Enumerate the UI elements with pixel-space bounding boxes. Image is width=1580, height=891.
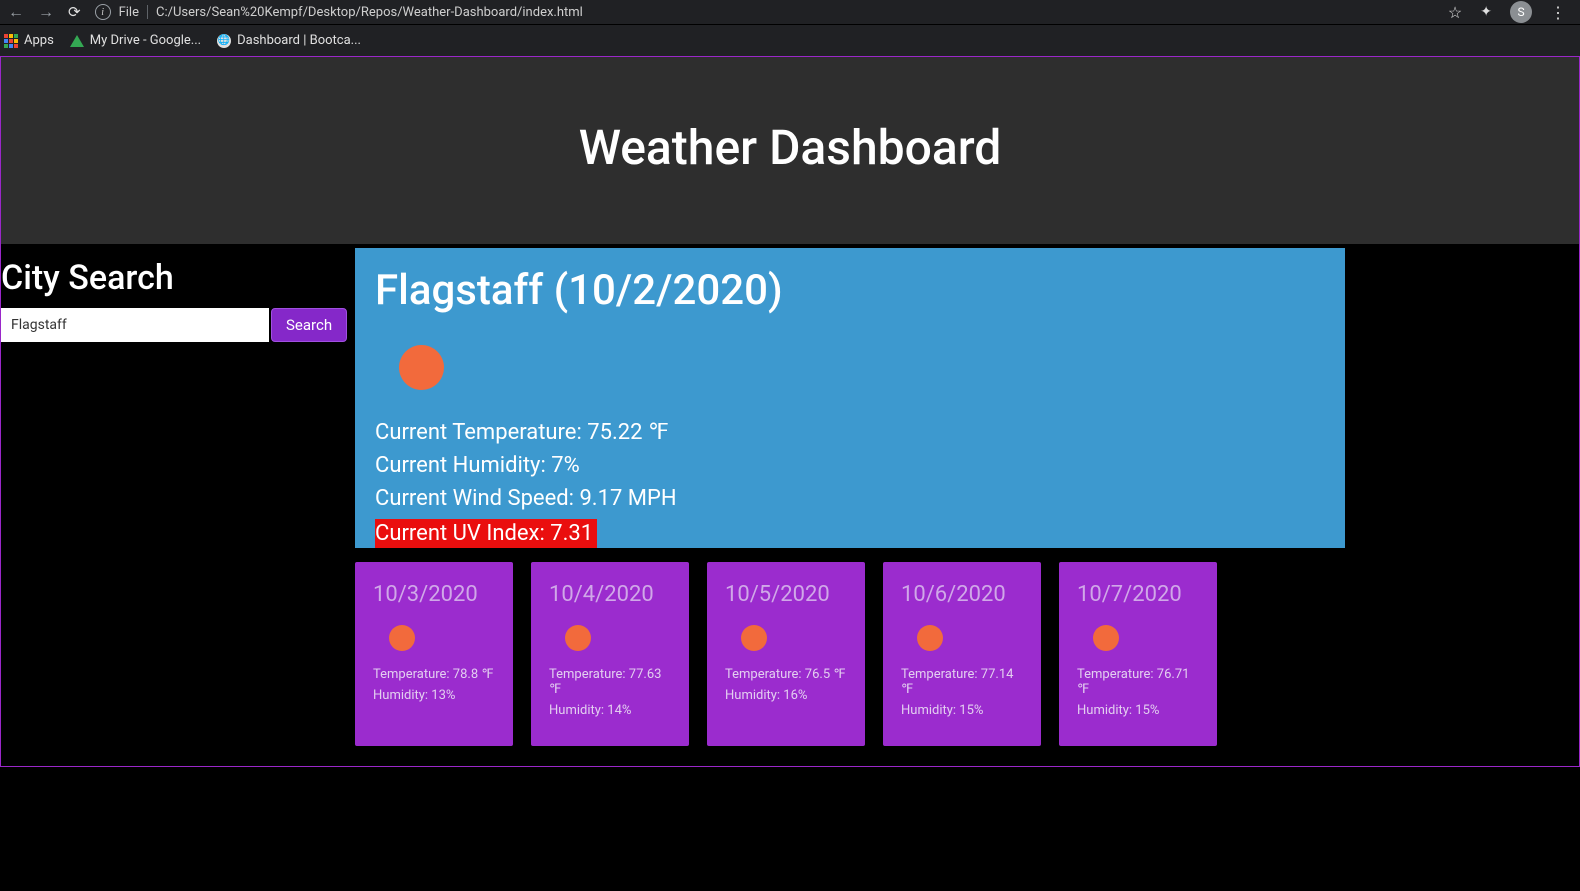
page-title: Weather Dashboard xyxy=(1,119,1579,176)
current-weather-card: Flagstaff (10/2/2020) Current Temperatur… xyxy=(355,248,1345,548)
forecast-temp: Temperature: 76.71 ℉ xyxy=(1077,667,1199,697)
forecast-humidity: Humidity: 13% xyxy=(373,688,495,703)
bookmark-label: Dashboard | Bootca... xyxy=(237,33,361,48)
bookmark-drive[interactable]: My Drive - Google... xyxy=(70,33,201,48)
browser-toolbar: ← → ⟳ i File C:/Users/Sean%20Kempf/Deskt… xyxy=(0,0,1580,24)
search-button[interactable]: Search xyxy=(271,308,347,342)
sun-icon xyxy=(565,625,591,651)
content: City Search Search Flagstaff (10/2/2020)… xyxy=(1,244,1579,766)
forecast-card: 10/7/2020 Temperature: 76.71 ℉ Humidity:… xyxy=(1059,562,1217,746)
forecast-humidity: Humidity: 15% xyxy=(901,703,1023,718)
bookmark-label: My Drive - Google... xyxy=(90,33,201,48)
forecast-card: 10/5/2020 Temperature: 76.5 ℉ Humidity: … xyxy=(707,562,865,746)
bookmark-apps[interactable]: Apps xyxy=(4,33,54,48)
current-uv-badge: Current UV Index: 7.31 xyxy=(375,519,597,548)
sun-icon xyxy=(741,625,767,651)
avatar[interactable]: S xyxy=(1510,1,1532,23)
current-wind: Current Wind Speed: 9.17 MPH xyxy=(375,486,1325,511)
forecast-temp: Temperature: 77.14 ℉ xyxy=(901,667,1023,697)
sun-icon xyxy=(399,345,444,390)
sidebar-heading: City Search xyxy=(1,244,341,308)
divider-icon xyxy=(147,5,148,19)
star-icon[interactable]: ☆ xyxy=(1448,3,1462,22)
bookmark-label: Apps xyxy=(24,33,54,48)
forecast-card: 10/4/2020 Temperature: 77.63 ℉ Humidity:… xyxy=(531,562,689,746)
header: Weather Dashboard xyxy=(1,57,1579,244)
reload-icon[interactable]: ⟳ xyxy=(68,3,81,21)
forecast-humidity: Humidity: 14% xyxy=(549,703,671,718)
city-search-input[interactable] xyxy=(1,308,269,342)
address-bar[interactable]: i File C:/Users/Sean%20Kempf/Desktop/Rep… xyxy=(95,4,583,20)
forecast-temp: Temperature: 77.63 ℉ xyxy=(549,667,671,697)
forecast-date: 10/6/2020 xyxy=(901,582,1023,607)
bookmarks-bar: Apps My Drive - Google... 🌐 Dashboard | … xyxy=(0,24,1580,56)
forecast-temp: Temperature: 76.5 ℉ xyxy=(725,667,847,682)
back-icon[interactable]: ← xyxy=(8,2,24,22)
forward-icon[interactable]: → xyxy=(38,2,54,22)
forecast-humidity: Humidity: 15% xyxy=(1077,703,1199,718)
sun-icon xyxy=(389,625,415,651)
url-prefix: File xyxy=(119,5,139,20)
forecast-card: 10/3/2020 Temperature: 78.8 ℉ Humidity: … xyxy=(355,562,513,746)
bookmark-bootcamp[interactable]: 🌐 Dashboard | Bootca... xyxy=(217,33,361,48)
apps-grid-icon xyxy=(4,34,18,48)
sidebar: City Search Search xyxy=(1,244,341,766)
main: Flagstaff (10/2/2020) Current Temperatur… xyxy=(341,244,1579,766)
drive-icon xyxy=(70,35,84,47)
forecast-card: 10/6/2020 Temperature: 77.14 ℉ Humidity:… xyxy=(883,562,1041,746)
info-icon: i xyxy=(95,4,111,20)
search-form: Search xyxy=(1,308,341,342)
forecast-row: 10/3/2020 Temperature: 78.8 ℉ Humidity: … xyxy=(355,562,1565,746)
url-path: C:/Users/Sean%20Kempf/Desktop/Repos/Weat… xyxy=(156,5,583,20)
forecast-date: 10/5/2020 xyxy=(725,582,847,607)
current-city-date: Flagstaff (10/2/2020) xyxy=(375,266,1325,315)
forecast-date: 10/4/2020 xyxy=(549,582,671,607)
current-temperature: Current Temperature: 75.22 ℉ xyxy=(375,420,1325,445)
extensions-icon[interactable]: ✦ xyxy=(1480,4,1492,20)
page-container: Weather Dashboard City Search Search Fla… xyxy=(0,56,1580,767)
forecast-temp: Temperature: 78.8 ℉ xyxy=(373,667,495,682)
sun-icon xyxy=(917,625,943,651)
forecast-humidity: Humidity: 16% xyxy=(725,688,847,703)
globe-icon: 🌐 xyxy=(217,34,231,48)
menu-icon[interactable]: ⋮ xyxy=(1550,3,1566,22)
forecast-date: 10/7/2020 xyxy=(1077,582,1199,607)
forecast-date: 10/3/2020 xyxy=(373,582,495,607)
sun-icon xyxy=(1093,625,1119,651)
current-humidity: Current Humidity: 7% xyxy=(375,453,1325,478)
